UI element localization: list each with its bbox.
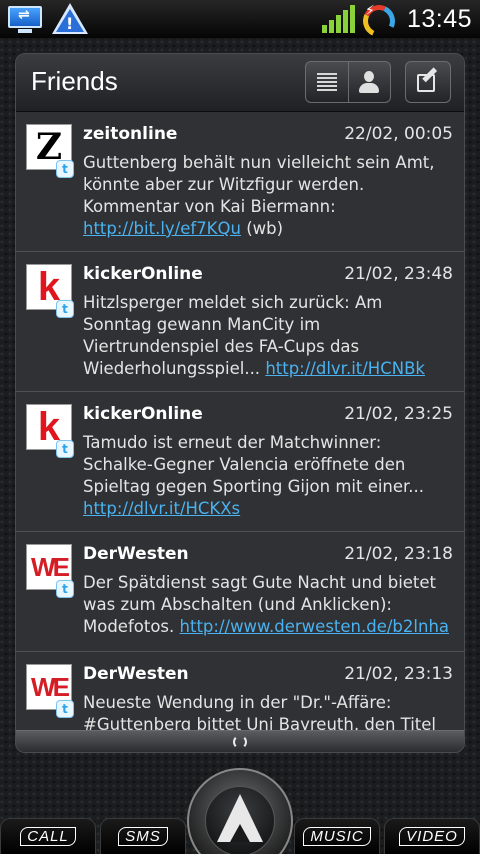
timestamp: 21/02, 23:48 [344, 264, 453, 284]
message-body: Guttenberg behält nun vielleicht sein Am… [83, 153, 435, 216]
system-icons: ⚡ 13:45 [321, 0, 472, 42]
twitter-icon: t [56, 160, 74, 178]
timestamp: 21/02, 23:18 [344, 544, 453, 564]
status-clock: 13:45 [406, 4, 472, 33]
author-name[interactable]: zeitonline [83, 124, 177, 144]
twitter-icon: t [56, 700, 74, 718]
author-name[interactable]: DerWesten [83, 664, 189, 684]
twitter-icon: t [56, 300, 74, 318]
widget-header: Friends [16, 54, 464, 112]
person-icon [358, 71, 380, 93]
message-text: Tamudo ist erneut der Matchwinner: Schal… [83, 432, 454, 520]
compose-icon [416, 67, 440, 94]
video-button[interactable]: VIDEO [384, 818, 480, 854]
battery-icon: ⚡ [358, 0, 400, 42]
message-text: Neueste Wendung in der "Dr."-Affäre: #Gu… [83, 692, 454, 732]
message-body: Neueste Wendung in der "Dr."-Affäre: #Gu… [83, 693, 437, 732]
sms-label: SMS [118, 827, 168, 846]
message-link[interactable]: http://bit.ly/ef7KQu [83, 219, 241, 238]
list-view-button[interactable] [306, 62, 348, 102]
feed-item[interactable]: WE t DerWesten 21/02, 23:18 Der Spätdien… [16, 532, 464, 652]
message-link[interactable]: http://www.derwesten.de/b2lnha [180, 617, 450, 636]
usb-debug-icon: ⇌ [6, 4, 44, 34]
message-text: Der Spätdienst sagt Gute Nacht und biete… [83, 572, 454, 638]
feed-item[interactable]: WE t DerWesten 21/02, 23:13 Neueste Wend… [16, 652, 464, 732]
message-link[interactable]: http://dlvr.it/HCNBk [265, 359, 425, 378]
message-body: Tamudo ist erneut der Matchwinner: Schal… [83, 433, 425, 496]
profile-view-button[interactable] [347, 62, 391, 102]
compose-button[interactable] [405, 61, 451, 103]
video-label: VIDEO [399, 827, 465, 846]
feed-item[interactable]: Z t zeitonline 22/02, 00:05 Guttenberg b… [16, 112, 464, 252]
list-view-icon [316, 73, 337, 91]
signal-icon [321, 5, 355, 33]
status-bar: ⇌ ! ⚡ 13:45 [0, 0, 480, 42]
feed-list[interactable]: Z t zeitonline 22/02, 00:05 Guttenberg b… [16, 112, 464, 732]
notification-icons: ⇌ ! [6, 2, 88, 36]
dock-bar: CALL SMS MUSIC VIDEO [0, 768, 480, 854]
timestamp: 21/02, 23:25 [344, 404, 453, 424]
warning-icon: ! [52, 3, 88, 35]
call-label: CALL [20, 827, 76, 846]
message-text: Guttenberg behält nun vielleicht sein Am… [83, 152, 454, 240]
timestamp: 21/02, 23:13 [344, 664, 453, 684]
widget-title: Friends [31, 66, 118, 96]
feed-item[interactable]: k t kickerOnline 21/02, 23:48 Hitzlsperg… [16, 252, 464, 392]
widget-footer [16, 730, 464, 752]
feed-item[interactable]: k t kickerOnline 21/02, 23:25 Tamudo ist… [16, 392, 464, 532]
author-name[interactable]: kickerOnline [83, 404, 203, 424]
message-text: Hitzlsperger meldet sich zurück: Am Sonn… [83, 292, 454, 380]
friends-widget: Friends Z t zeitonline 22/02, 00:05 Gutt… [15, 53, 465, 753]
twitter-icon: t [56, 580, 74, 598]
music-label: MUSIC [303, 827, 371, 846]
twitter-icon: t [56, 440, 74, 458]
refresh-icon[interactable] [233, 734, 247, 749]
app-drawer-button[interactable] [187, 768, 293, 854]
sms-button[interactable]: SMS [100, 818, 186, 854]
view-toggle [305, 61, 391, 103]
timestamp: 22/02, 00:05 [344, 124, 453, 144]
author-name[interactable]: kickerOnline [83, 264, 203, 284]
author-name[interactable]: DerWesten [83, 544, 189, 564]
call-button[interactable]: CALL [0, 818, 96, 854]
message-link[interactable]: http://dlvr.it/HCKXs [83, 499, 240, 518]
message-suffix: (wb) [240, 219, 284, 238]
music-button[interactable]: MUSIC [294, 818, 380, 854]
